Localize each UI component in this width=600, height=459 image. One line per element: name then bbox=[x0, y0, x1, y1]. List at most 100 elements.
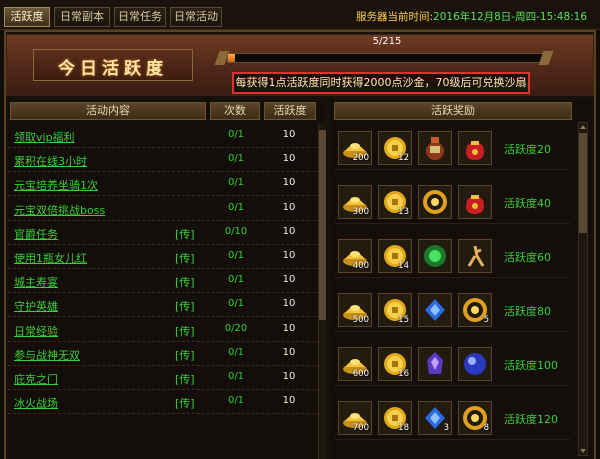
reward-item-slot[interactable]: 5 bbox=[458, 293, 492, 327]
reward-row: 600 16 活跃度100 bbox=[334, 340, 570, 386]
reward-scroll-thumb[interactable] bbox=[579, 133, 587, 233]
activity-count: 0/1 bbox=[227, 395, 245, 407]
activity-points: 10 bbox=[282, 201, 296, 213]
reward-item-slot[interactable] bbox=[418, 131, 452, 165]
progress-fill bbox=[228, 54, 236, 62]
progress-bar bbox=[227, 53, 543, 63]
teleport-link[interactable]: [传] bbox=[175, 371, 195, 387]
activity-name-link[interactable]: 领取vip福利 bbox=[14, 129, 75, 145]
banner-title: 今日活跃度 bbox=[58, 59, 168, 79]
reward-qty: 12 bbox=[398, 153, 409, 163]
table-row: 庇克之门 [传] 0/1 10 bbox=[8, 366, 324, 390]
scroll-up-icon[interactable] bbox=[580, 125, 586, 129]
reward-qty: 300 bbox=[352, 207, 369, 217]
table-row: 日常经验 [传] 0/20 10 bbox=[8, 318, 324, 342]
activity-name-link[interactable]: 城主寿宴 bbox=[14, 274, 58, 290]
reward-item-slot[interactable] bbox=[458, 131, 492, 165]
activity-name-link[interactable]: 冰火战场 bbox=[14, 395, 58, 411]
reward-item-slot[interactable] bbox=[418, 185, 452, 219]
reward-item-slot[interactable] bbox=[418, 347, 452, 381]
activity-points: 10 bbox=[282, 129, 296, 140]
tab-daily-dungeon[interactable]: 日常副本 bbox=[54, 7, 110, 27]
scroll-down-icon[interactable] bbox=[580, 449, 586, 453]
reward-item-slot[interactable]: 15 bbox=[378, 293, 412, 327]
activity-name-link[interactable]: 累积在线3小时 bbox=[14, 153, 87, 169]
server-time-label: 服务器当前时间: bbox=[356, 11, 434, 23]
teleport-link[interactable]: [传] bbox=[175, 347, 195, 363]
activity-name-link[interactable]: 日常经验 bbox=[14, 323, 58, 339]
header-points: 活跃度 bbox=[264, 102, 316, 120]
activity-name-link[interactable]: 庇克之门 bbox=[14, 371, 58, 387]
activity-name-link[interactable]: 参与战神无双 bbox=[14, 347, 80, 363]
reward-qty: 600 bbox=[352, 369, 369, 379]
reward-item-slot[interactable]: 3 bbox=[418, 401, 452, 435]
reward-row: 300 13 活跃度40 bbox=[334, 178, 570, 224]
reward-item-slot[interactable]: 16 bbox=[378, 347, 412, 381]
reward-qty: 200 bbox=[352, 153, 369, 163]
teleport-link[interactable]: [传] bbox=[175, 395, 195, 411]
teleport-link[interactable]: [传] bbox=[175, 226, 195, 242]
reward-item-slot[interactable]: 300 bbox=[338, 185, 372, 219]
reward-item-slot[interactable]: 600 bbox=[338, 347, 372, 381]
reward-threshold: 活跃度100 bbox=[504, 359, 558, 372]
reward-qty: 3 bbox=[443, 423, 449, 433]
reward-qty: 500 bbox=[352, 315, 369, 325]
activity-count: 0/1 bbox=[227, 201, 245, 213]
header-count: 次数 bbox=[210, 102, 260, 120]
activity-count: 0/1 bbox=[227, 274, 245, 286]
tab-daily-event[interactable]: 日常活动 bbox=[170, 7, 222, 27]
activity-points: 10 bbox=[282, 371, 296, 382]
reward-qty: 5 bbox=[483, 315, 489, 325]
teleport-link[interactable]: [传] bbox=[175, 250, 195, 266]
reward-row: 400 14 活跃度60 bbox=[334, 232, 570, 278]
reward-item-slot[interactable]: 200 bbox=[338, 131, 372, 165]
activity-points: 10 bbox=[282, 322, 296, 334]
tab-activity[interactable]: 活跃度 bbox=[4, 7, 50, 27]
activity-name-link[interactable]: 使用1瓶女儿红 bbox=[14, 250, 87, 266]
reward-item-slot[interactable] bbox=[418, 239, 452, 273]
reward-item-slot[interactable]: 18 bbox=[378, 401, 412, 435]
reward-item-slot[interactable] bbox=[458, 239, 492, 273]
activity-name-link[interactable]: 官爵任务 bbox=[14, 226, 58, 242]
tab-daily-task[interactable]: 日常任务 bbox=[114, 7, 166, 27]
activity-name-link[interactable]: 守护英雄 bbox=[14, 298, 58, 314]
teleport-link[interactable]: [传] bbox=[175, 298, 195, 314]
activity-count: 0/1 bbox=[227, 250, 245, 261]
activity-count: 0/1 bbox=[227, 298, 245, 310]
activity-name-link[interactable]: 元宝培养坐骑1次 bbox=[14, 177, 98, 193]
table-row: 元宝双倍挑战boss 0/1 10 bbox=[8, 197, 324, 221]
reward-item-slot[interactable] bbox=[418, 293, 452, 327]
teleport-link[interactable]: [传] bbox=[175, 323, 195, 339]
reward-item-slot[interactable] bbox=[458, 347, 492, 381]
table-header: 活动内容 次数 活跃度 bbox=[8, 100, 324, 122]
server-time: 服务器当前时间:2016年12月8日-周四-15:48:16 bbox=[356, 9, 587, 24]
activity-points: 10 bbox=[282, 274, 296, 286]
reward-item-slot[interactable]: 400 bbox=[338, 239, 372, 273]
reward-qty: 14 bbox=[398, 261, 409, 271]
activity-note: 每获得1点活跃度同时获得2000点沙金，70级后可兑换沙扇 bbox=[232, 72, 530, 94]
teleport-link[interactable]: [传] bbox=[175, 274, 195, 290]
reward-item-slot[interactable]: 12 bbox=[378, 131, 412, 165]
table-scrollbar[interactable] bbox=[318, 124, 326, 459]
reward-threshold: 活跃度20 bbox=[504, 143, 551, 156]
activity-count: 0/10 bbox=[224, 225, 248, 237]
activity-count: 0/1 bbox=[227, 371, 245, 382]
reward-item-slot[interactable]: 500 bbox=[338, 293, 372, 327]
activity-points: 10 bbox=[282, 346, 296, 358]
reward-qty: 18 bbox=[398, 423, 409, 433]
reward-item-slot[interactable]: 13 bbox=[378, 185, 412, 219]
table-row: 冰火战场 [传] 0/1 10 bbox=[8, 390, 324, 415]
activity-count: 0/20 bbox=[224, 322, 248, 334]
table-row: 城主寿宴 [传] 0/1 10 bbox=[8, 269, 324, 294]
reward-scrollbar[interactable] bbox=[578, 122, 588, 456]
table-row: 参与战神无双 [传] 0/1 10 bbox=[8, 342, 324, 366]
table-row: 领取vip福利 0/1 10 bbox=[8, 124, 324, 148]
activity-points: 10 bbox=[282, 153, 296, 165]
reward-item-slot[interactable]: 14 bbox=[378, 239, 412, 273]
table-scroll-thumb[interactable] bbox=[319, 130, 326, 320]
reward-item-slot[interactable]: 8 bbox=[458, 401, 492, 435]
activity-count: 0/1 bbox=[227, 153, 245, 165]
reward-item-slot[interactable]: 700 bbox=[338, 401, 372, 435]
reward-item-slot[interactable] bbox=[458, 185, 492, 219]
activity-name-link[interactable]: 元宝双倍挑战boss bbox=[14, 202, 105, 218]
